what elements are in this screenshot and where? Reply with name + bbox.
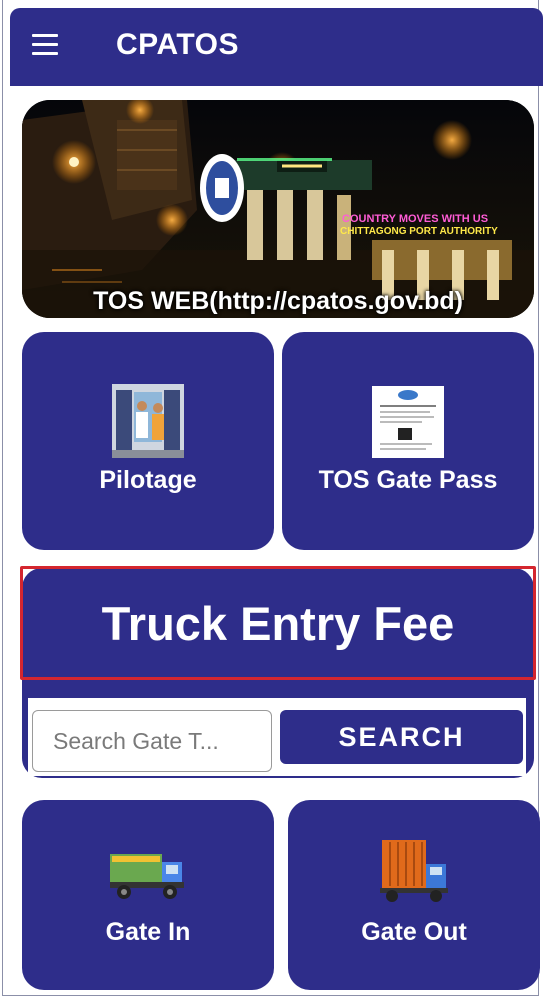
- highlight-box: [20, 566, 536, 680]
- app-bar: CPATOS: [10, 8, 543, 86]
- tos-web-banner[interactable]: COUNTRY MOVES WITH US CHITTAGONG PORT AU…: [22, 100, 534, 318]
- search-gate-input[interactable]: [32, 710, 272, 772]
- gate-pass-icon: [372, 386, 444, 458]
- container-truck-icon: [380, 840, 448, 902]
- search-button[interactable]: SEARCH: [280, 710, 523, 764]
- gate-pass-tile[interactable]: TOS Gate Pass: [282, 332, 534, 550]
- app-title: CPATOS: [116, 28, 240, 61]
- banner-caption: TOS WEB(http://cpatos.gov.bd): [93, 287, 463, 315]
- gate-in-tile[interactable]: Gate In: [22, 800, 274, 990]
- pilotage-tile[interactable]: Pilotage: [22, 332, 274, 550]
- port-night-photo: COUNTRY MOVES WITH US CHITTAGONG PORT AU…: [22, 100, 534, 318]
- neon-sign-line-2: CHITTAGONG PORT AUTHORITY: [340, 226, 498, 237]
- pilotage-label: Pilotage: [99, 466, 197, 494]
- gate-out-tile[interactable]: Gate Out: [288, 800, 540, 990]
- search-bar: SEARCH: [28, 698, 526, 776]
- menu-icon[interactable]: [32, 34, 62, 60]
- truck-icon: [110, 854, 184, 899]
- pilotage-icon: [112, 384, 184, 458]
- gate-out-label: Gate Out: [361, 918, 467, 946]
- gate-in-label: Gate In: [105, 918, 191, 946]
- neon-sign-line-1: COUNTRY MOVES WITH US: [342, 213, 488, 225]
- gate-pass-label: TOS Gate Pass: [318, 466, 498, 494]
